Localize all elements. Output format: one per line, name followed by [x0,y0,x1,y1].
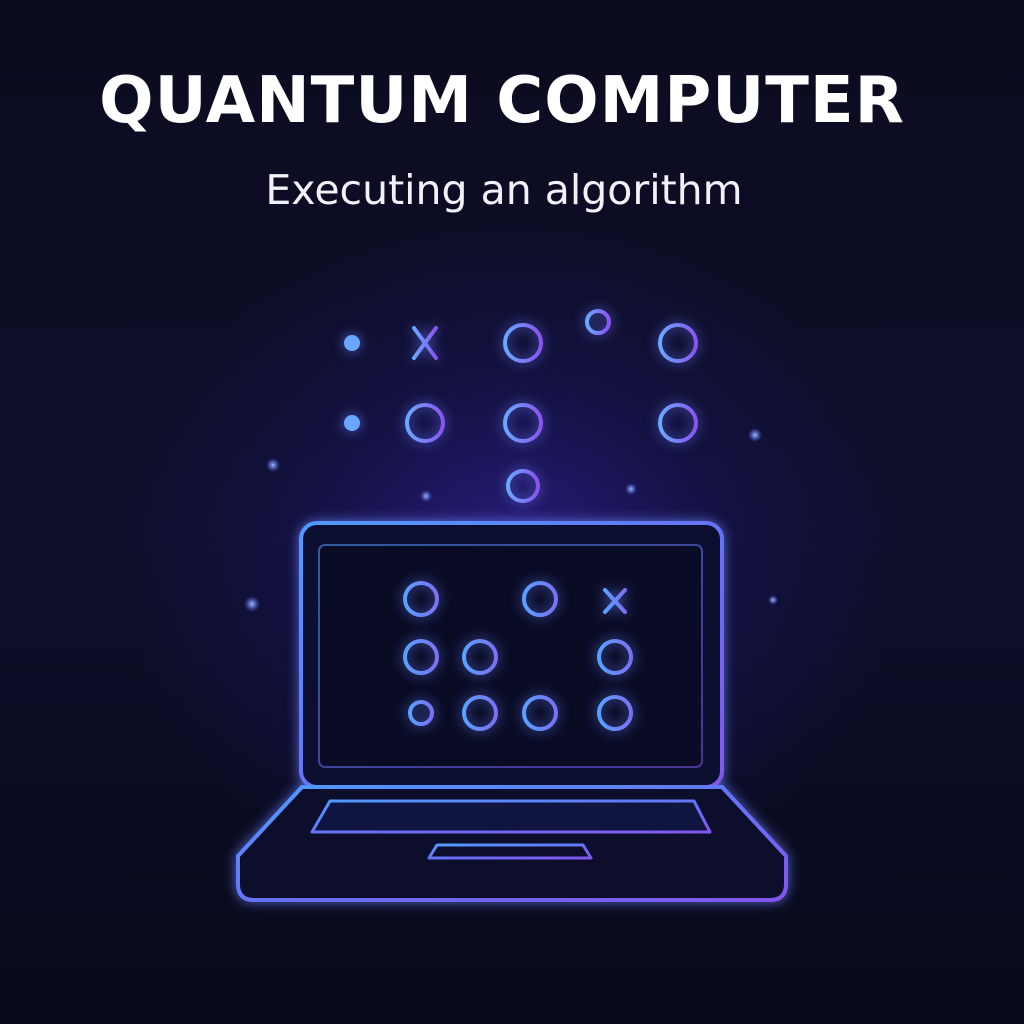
star-dot-icon [420,490,432,502]
star-dot-icon [266,458,280,472]
star-dot-icon [768,595,778,605]
star-dot-icon [625,483,637,495]
illustration [236,309,788,902]
star-dot-icon [748,428,762,442]
star-dot-icon [244,596,260,612]
poster: QUANTUM COMPUTER Executing an algorithm [0,0,1024,1024]
quantum-circuit-icon [316,309,718,503]
